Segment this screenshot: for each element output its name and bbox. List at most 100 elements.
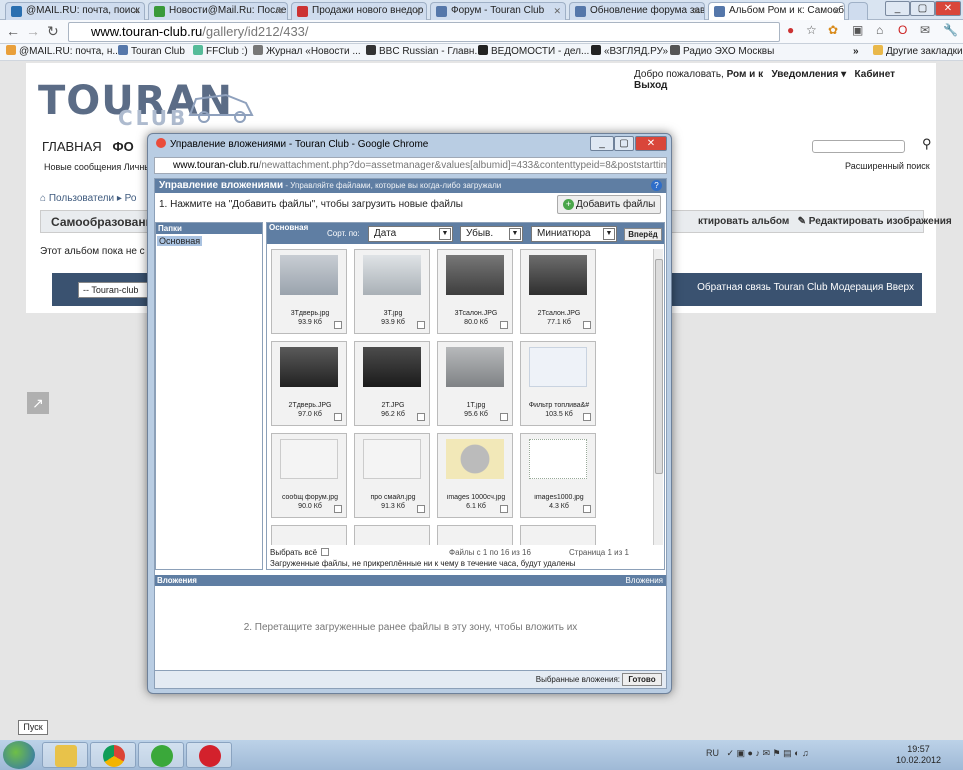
minimize-button[interactable]: _ (885, 1, 910, 16)
bookmark-item[interactable]: Радио ЭХО Москвы (670, 44, 774, 60)
file-tile[interactable] (271, 525, 347, 545)
go-button[interactable]: Вперёд (624, 228, 662, 241)
nav-forum[interactable]: ФО (112, 139, 133, 154)
file-checkbox[interactable] (583, 321, 591, 329)
file-tile[interactable]: сообщ форум.jpg 90.0 Кб (271, 433, 347, 518)
file-tile[interactable] (520, 525, 596, 545)
star-icon[interactable]: ☆ (806, 23, 817, 37)
close-window-button[interactable]: ✕ (935, 1, 961, 16)
file-checkbox[interactable] (417, 321, 425, 329)
help-icon[interactable]: ? (651, 180, 662, 191)
expand-arrow-icon[interactable]: ↗ (27, 392, 49, 414)
bookmark-item[interactable]: FFClub :) (193, 44, 248, 60)
search-input[interactable] (812, 140, 905, 153)
file-tile[interactable] (437, 525, 513, 545)
language-indicator[interactable]: RU (706, 748, 719, 758)
home-icon[interactable]: ⌂ (40, 193, 46, 204)
nav-home[interactable]: ГЛАВНАЯ (42, 139, 102, 154)
close-icon[interactable]: ✕ (692, 3, 700, 19)
file-tile[interactable]: 3Т.jpg 93.9 Кб (354, 249, 430, 334)
file-checkbox[interactable] (334, 413, 342, 421)
tab-sales[interactable]: Продажи нового внедор ✕ (291, 2, 427, 20)
file-checkbox[interactable] (417, 413, 425, 421)
taskbar-opera[interactable] (186, 742, 232, 768)
username-link[interactable]: Ром и к (727, 69, 764, 80)
file-tile[interactable]: 2Тдверь.JPG 97.0 Кб (271, 341, 347, 426)
forward-icon[interactable]: → (26, 23, 40, 39)
attachments-dropzone[interactable]: 2. Перетащите загруженные ранее файлы в … (155, 586, 666, 671)
scrollbar-thumb[interactable] (655, 259, 663, 474)
other-bookmarks[interactable]: Другие закладки (873, 44, 963, 60)
bookmark-item[interactable]: ВЕДОМОСТИ - дел... (478, 44, 589, 60)
done-button[interactable]: Готово (622, 673, 662, 686)
sub-nav[interactable]: Новые сообщения Личны (44, 162, 151, 172)
extension-icon[interactable]: ⌂ (876, 23, 883, 37)
close-icon[interactable]: ✕ (832, 3, 840, 19)
file-tile[interactable]: images 1000сч.jpg 6.1 Кб (437, 433, 513, 518)
tab-forum[interactable]: Форум - Touran Club ✕ (430, 2, 566, 20)
advanced-search-link[interactable]: Расширенный поиск (845, 161, 930, 171)
file-checkbox[interactable] (583, 413, 591, 421)
select-all-checkbox[interactable] (321, 548, 330, 556)
edit-images-link[interactable]: Редактировать изображения (809, 216, 952, 227)
start-button[interactable] (3, 741, 35, 769)
edit-album-link[interactable]: ктировать альбом (698, 216, 789, 227)
popup-close-button[interactable]: ✕ (635, 136, 667, 151)
wrench-icon[interactable]: 🔧 (943, 23, 958, 37)
tab-forum-update[interactable]: Обновление форума зав ✕ (569, 2, 705, 20)
bookmark-item[interactable]: Touran Club (118, 44, 185, 60)
tab-news[interactable]: Новости@Mail.Ru: После ✕ (148, 2, 288, 20)
bookmark-item[interactable]: «ВЗГЛЯД.РУ» (591, 44, 668, 60)
popup-minimize-button[interactable]: _ (590, 136, 614, 151)
address-bar[interactable]: www.touran-club.ru/gallery/id212/433/ (68, 22, 780, 42)
maximize-button[interactable]: ▢ (910, 1, 935, 16)
taskbar-chrome[interactable] (90, 742, 136, 768)
popup-maximize-button[interactable]: ▢ (614, 136, 634, 151)
bookmarks-more[interactable]: » (853, 44, 859, 60)
select-all[interactable]: Выбрать всё (270, 548, 330, 557)
file-checkbox[interactable] (500, 413, 508, 421)
footer-links[interactable]: Обратная связь Touran Club Модерация Вве… (697, 282, 914, 293)
sort-select[interactable]: Дата ▼ (368, 226, 453, 242)
file-tile[interactable]: 1T.jpg 95.6 Кб (437, 341, 513, 426)
extension-icon[interactable]: ✿ (828, 23, 838, 37)
tab-album[interactable]: Альбом Ром и к: Самооб ✕ (708, 2, 845, 20)
extension-icon[interactable]: ● (787, 23, 794, 37)
clock[interactable]: 19:57 10.02.2012 (896, 744, 941, 766)
file-checkbox[interactable] (583, 505, 591, 513)
add-files-button[interactable]: + Добавить файлы (557, 195, 661, 214)
close-icon[interactable]: ✕ (414, 3, 422, 19)
new-tab-button[interactable] (848, 2, 868, 20)
file-tile[interactable]: 3Тсалон.JPG 80.0 Кб (437, 249, 513, 334)
file-grid-scrollbar[interactable] (653, 249, 663, 545)
file-tile[interactable]: 2Тсалон.JPG 77.1 Кб (520, 249, 596, 334)
taskbar-explorer[interactable] (42, 742, 88, 768)
file-tile[interactable]: 2T.JPG 96.2 Кб (354, 341, 430, 426)
file-checkbox[interactable] (334, 505, 342, 513)
notifications-menu[interactable]: Уведомления ▾ (771, 69, 846, 80)
tray-icons[interactable]: ✓ ▣ ● ♪ ✉ ⚑ ▤ ◐ ♫ (727, 748, 809, 758)
back-icon[interactable]: ← (6, 23, 20, 39)
file-tile[interactable]: Фильтр топлива&# 103.5 Кб (520, 341, 596, 426)
file-checkbox[interactable] (500, 505, 508, 513)
tab-mail[interactable]: @MAIL.RU: почта, поиск ✕ (5, 2, 145, 20)
close-icon[interactable]: ✕ (132, 3, 140, 19)
file-tile[interactable]: про смайл.jpg 91.3 Кб (354, 433, 430, 518)
bookmark-item[interactable]: Журнал «Новости ... (253, 44, 361, 60)
close-icon[interactable]: ✕ (553, 3, 561, 19)
order-select[interactable]: Убыв. ▼ (460, 226, 523, 242)
bookmark-item[interactable]: @MAIL.RU: почта, н... (6, 44, 121, 60)
view-select[interactable]: Миниатюра ▼ (531, 226, 617, 242)
taskbar-mail-agent[interactable] (138, 742, 184, 768)
opera-icon[interactable]: O (898, 23, 907, 37)
mail-icon[interactable]: ✉ (920, 23, 930, 37)
bookmark-item[interactable]: BBC Russian - Главн... (366, 44, 483, 60)
file-tile[interactable]: 3Тдверь.jpg 93.9 Кб (271, 249, 347, 334)
popup-address-bar[interactable]: www.touran-club.ru/newattachment.php?do=… (154, 157, 667, 174)
close-icon[interactable]: ✕ (275, 3, 283, 19)
file-tile[interactable]: images1000.jpg 4.3 Кб (520, 433, 596, 518)
file-tile[interactable] (354, 525, 430, 545)
cabinet-link[interactable]: Кабинет (855, 69, 895, 80)
folder-item-main[interactable]: Основная (157, 236, 203, 246)
reload-icon[interactable]: ↻ (47, 23, 59, 40)
